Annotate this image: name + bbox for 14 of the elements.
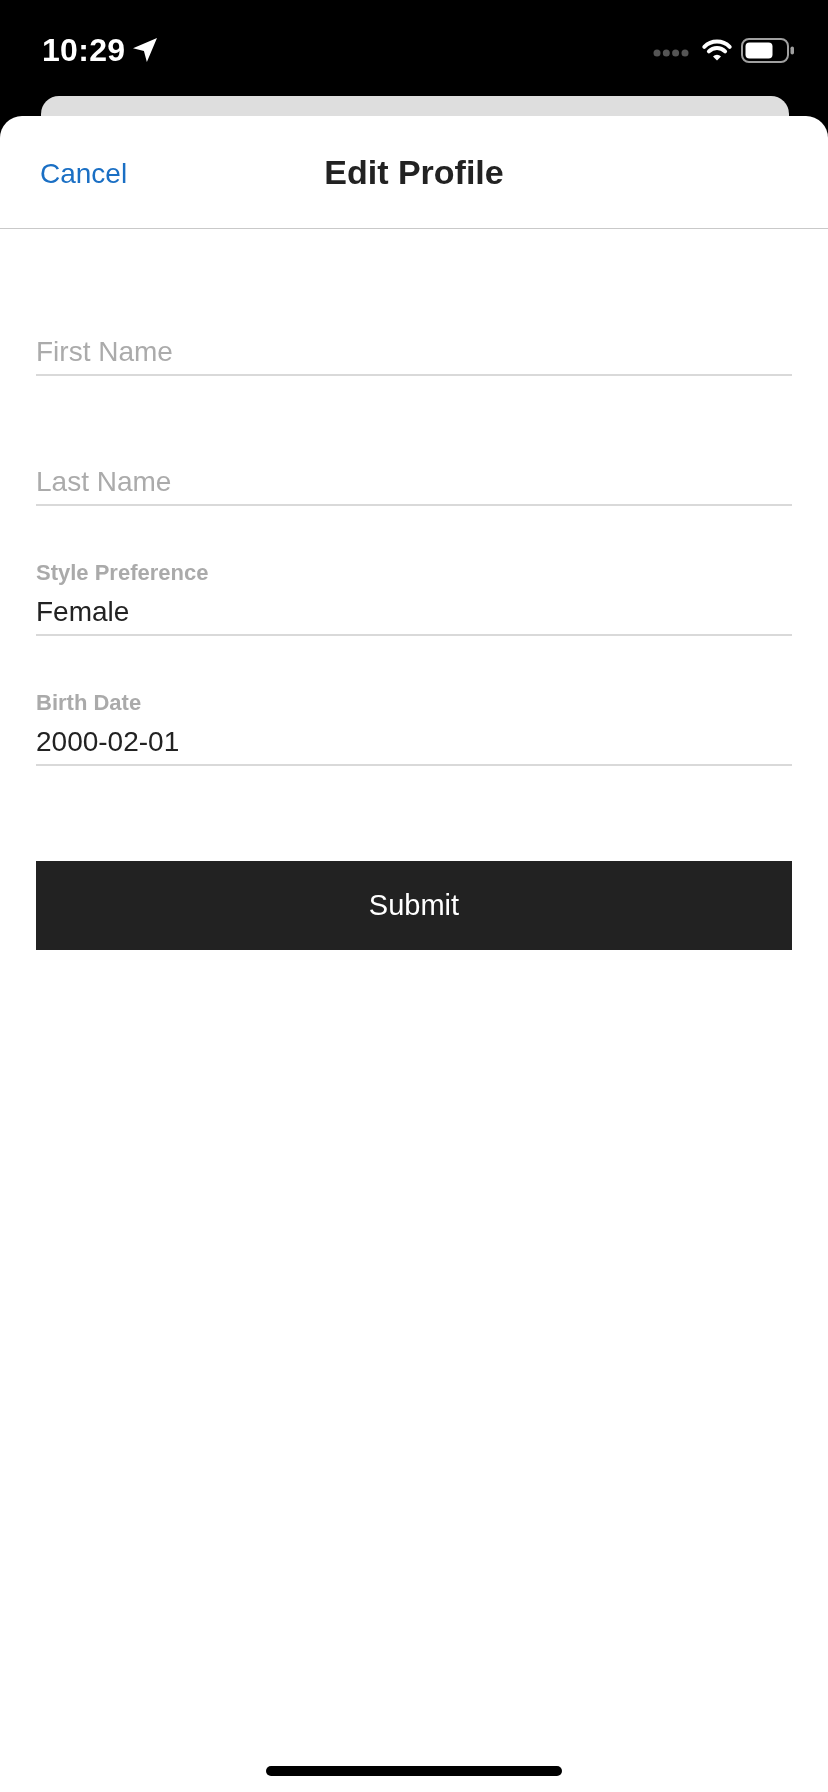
- input-field[interactable]: First Name: [36, 330, 792, 376]
- sheet-title: Edit Profile: [324, 152, 504, 192]
- submit-button[interactable]: Submit: [36, 861, 792, 950]
- battery-icon: [741, 37, 795, 63]
- signal-icon: [653, 49, 689, 57]
- input-field[interactable]: 2000-02-01: [36, 720, 792, 766]
- cancel-button[interactable]: Cancel: [40, 158, 128, 190]
- input-field[interactable]: Female: [36, 590, 792, 636]
- navigation-arrow-icon: [133, 38, 158, 62]
- wifi-icon: [701, 39, 733, 61]
- field-label: Style Preference: [36, 560, 209, 586]
- input-field[interactable]: Last Name: [36, 460, 792, 506]
- field-label: Birth Date: [36, 690, 142, 716]
- status-time: 10:29: [42, 31, 126, 69]
